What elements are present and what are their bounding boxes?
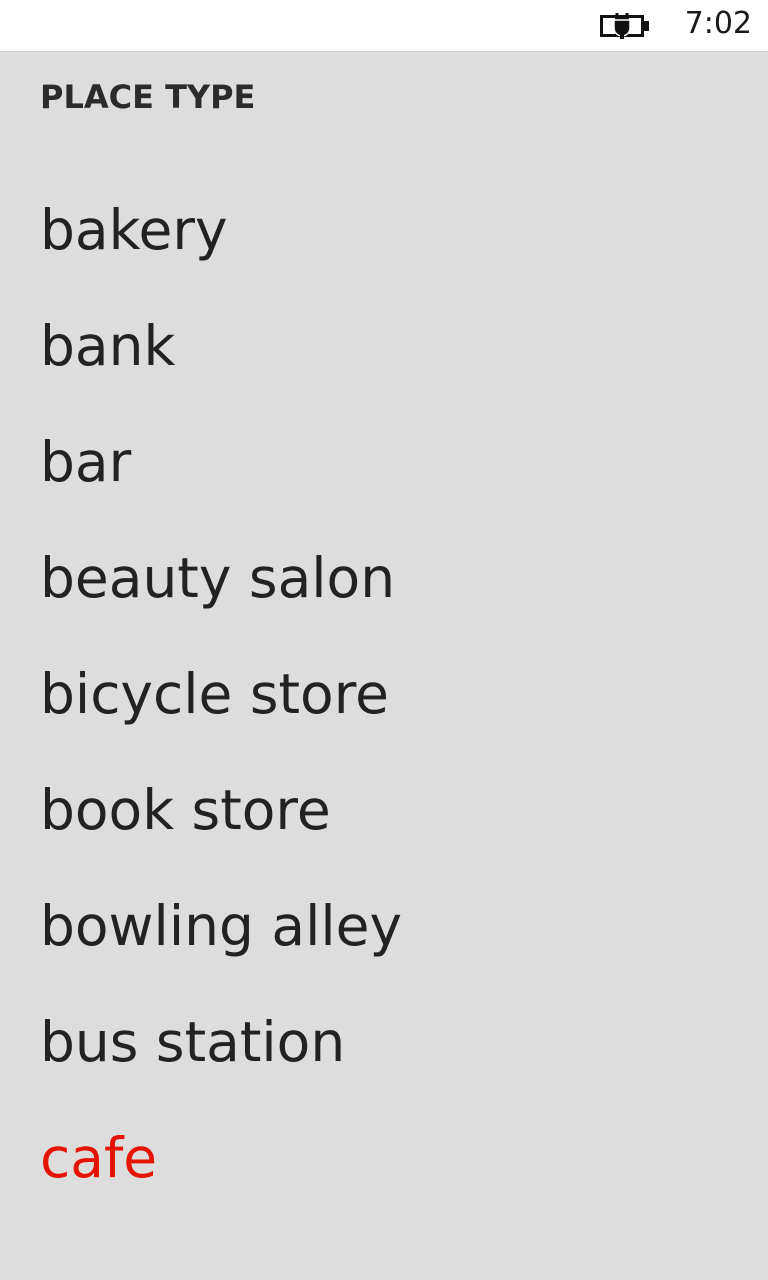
place-type-list-items: atmbakerybankbarbeauty salonbicycle stor… (0, 142, 768, 1216)
list-item[interactable]: bar (0, 404, 768, 520)
list-item[interactable]: bakery (0, 172, 768, 288)
picker-title: PLACE TYPE (40, 78, 256, 116)
list-item[interactable]: bank (0, 288, 768, 404)
battery-charging-icon (600, 13, 649, 39)
list-item[interactable]: bicycle store (0, 636, 768, 752)
list-item[interactable]: cafe (0, 1100, 768, 1216)
list-item[interactable]: atm (0, 142, 768, 172)
list-item[interactable]: book store (0, 752, 768, 868)
place-type-list[interactable]: atmbakerybankbarbeauty salonbicycle stor… (0, 142, 768, 1280)
list-item[interactable]: beauty salon (0, 520, 768, 636)
list-item[interactable]: bowling alley (0, 868, 768, 984)
status-clock: 7:02 (684, 6, 752, 41)
status-bar: 7:02 (0, 0, 768, 52)
list-item[interactable]: bus station (0, 984, 768, 1100)
